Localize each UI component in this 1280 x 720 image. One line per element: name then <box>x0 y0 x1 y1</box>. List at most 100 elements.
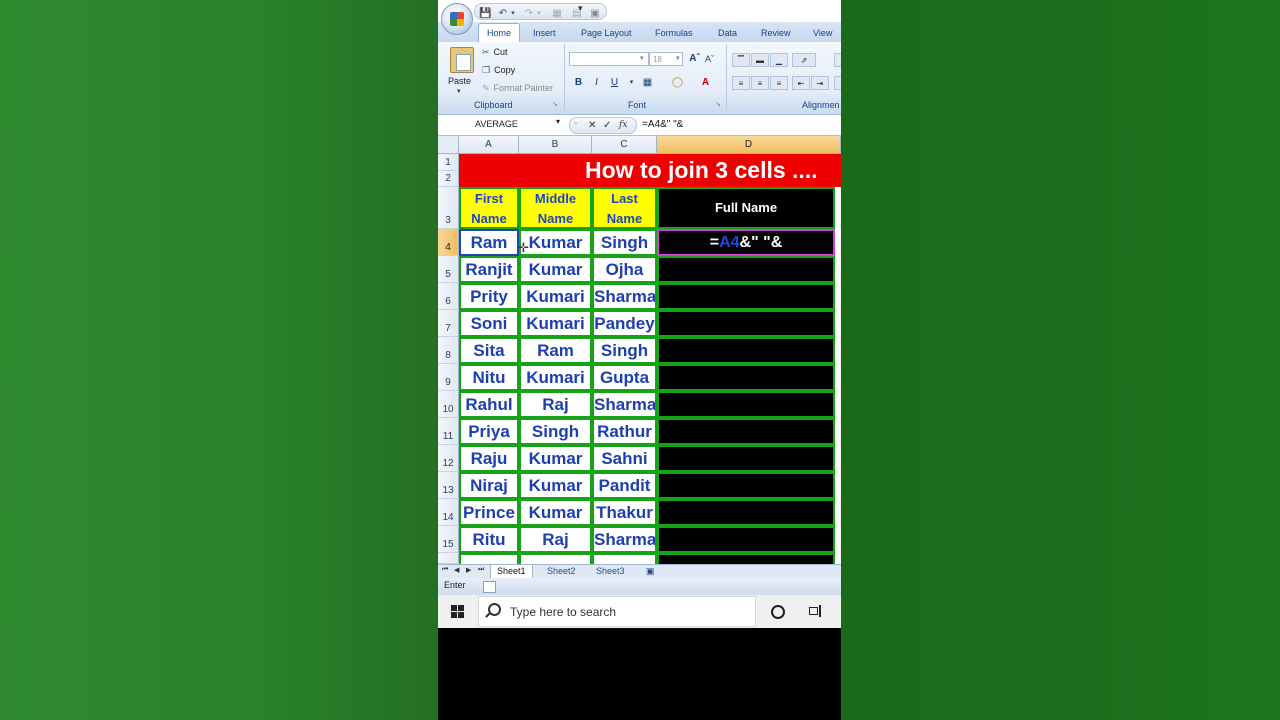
cell-middle-name[interactable]: Kumar <box>519 229 592 256</box>
cell-last-name[interactable]: Rathur <box>592 418 657 445</box>
align-right-icon[interactable]: ≡ <box>770 76 788 90</box>
tab-data[interactable]: Data <box>718 24 737 42</box>
save-icon[interactable]: 💾 <box>479 8 491 20</box>
task-view-icon[interactable] <box>809 605 821 617</box>
first-sheet-icon[interactable]: ⏮ <box>442 566 448 574</box>
cell-full-name[interactable] <box>657 445 835 472</box>
row-header-8[interactable]: 8 <box>438 337 459 364</box>
orientation-icon[interactable]: ⇗ <box>792 53 816 67</box>
cell-last-name[interactable]: Sharma <box>592 391 657 418</box>
header-middle-name[interactable]: Middle Name <box>519 187 592 229</box>
format-painter-button[interactable]: ✎ Format Painter <box>482 83 553 94</box>
worksheet-grid[interactable]: A B C D 1 2 3 4 5 6 7 8 9 10 11 12 13 14… <box>438 136 841 564</box>
font-name-dropdown-icon[interactable]: ▾ <box>640 54 644 62</box>
cell-middle-name[interactable]: Kumari <box>519 364 592 391</box>
prev-sheet-icon[interactable]: ◀ <box>454 566 459 574</box>
cell-d4-editing[interactable]: =A4&" "& <box>657 229 835 256</box>
sheet-tab-3[interactable]: Sheet3 <box>590 565 631 578</box>
row-header-3[interactable]: 3 <box>438 187 459 229</box>
cell-last-name[interactable]: Pandey <box>592 310 657 337</box>
align-left-icon[interactable]: ≡ <box>732 76 750 90</box>
cell-middle-name[interactable]: Singh <box>519 418 592 445</box>
cell-full-name[interactable] <box>657 418 835 445</box>
insert-sheet-icon[interactable]: ▣ <box>640 565 661 578</box>
cell-first-name[interactable]: Raju <box>459 445 519 472</box>
cell-last-name[interactable]: Singh <box>592 229 657 256</box>
font-launcher-icon[interactable]: ↘ <box>715 100 721 108</box>
cell-first-name[interactable]: Prince <box>459 499 519 526</box>
cell-middle-name[interactable]: Raj <box>519 526 592 553</box>
align-center-icon[interactable]: ≡ <box>751 76 769 90</box>
windows-start-icon[interactable] <box>451 605 464 618</box>
clipboard-launcher-icon[interactable]: ↘ <box>552 100 558 108</box>
cell-empty[interactable] <box>459 553 519 564</box>
cell-middle-name[interactable]: Kumari <box>519 283 592 310</box>
sheet-tab-2[interactable]: Sheet2 <box>541 565 582 578</box>
macro-record-icon[interactable] <box>483 581 496 593</box>
cell-first-name[interactable]: Niraj <box>459 472 519 499</box>
row-header-5[interactable]: 5 <box>438 256 459 283</box>
column-header-c[interactable]: C <box>592 136 657 154</box>
align-bottom-icon[interactable]: ▁ <box>770 53 788 67</box>
select-all-button[interactable] <box>438 136 459 154</box>
row-header-1[interactable]: 1 <box>438 154 459 171</box>
cell-last-name[interactable]: Thakur <box>592 499 657 526</box>
font-color-icon[interactable]: A <box>698 76 713 90</box>
cell-middle-name[interactable]: Kumar <box>519 472 592 499</box>
last-sheet-icon[interactable]: ⏭ <box>478 566 484 574</box>
cell-first-name[interactable]: Ritu <box>459 526 519 553</box>
row-header-14[interactable]: 14 <box>438 499 459 526</box>
cell-first-name[interactable]: Ranjit <box>459 256 519 283</box>
grow-font-icon[interactable]: Aˆ <box>687 52 702 66</box>
cell-first-name[interactable]: Nitu <box>459 364 519 391</box>
row-header-12[interactable]: 12 <box>438 445 459 472</box>
shrink-font-icon[interactable]: Aˇ <box>702 52 717 66</box>
tab-formulas[interactable]: Formulas <box>655 24 693 42</box>
cell-middle-name[interactable]: Kumar <box>519 445 592 472</box>
title-banner[interactable]: How to join 3 cells .... <box>459 154 841 187</box>
cell-full-name[interactable] <box>657 364 835 391</box>
font-size-dropdown-icon[interactable]: ▾ <box>676 54 680 62</box>
cell-last-name[interactable]: Sharma <box>592 283 657 310</box>
cell-first-name[interactable]: Prity <box>459 283 519 310</box>
customize-toolbar-icon[interactable]: ▾ <box>578 3 583 14</box>
cell-full-name[interactable] <box>657 553 835 564</box>
tab-review[interactable]: Review <box>761 24 791 42</box>
cell-empty[interactable] <box>592 553 657 564</box>
cell-middle-name[interactable]: Kumar <box>519 256 592 283</box>
row-header-2[interactable]: 2 <box>438 171 459 187</box>
cell-last-name[interactable]: Gupta <box>592 364 657 391</box>
row-header-6[interactable]: 6 <box>438 283 459 310</box>
taskbar-search-input[interactable]: Type here to search <box>478 596 756 627</box>
enter-icon[interactable]: ✓ <box>603 118 611 133</box>
cell-first-name[interactable]: Soni <box>459 310 519 337</box>
cell-full-name[interactable] <box>657 499 835 526</box>
name-box[interactable]: AVERAGE <box>440 117 566 132</box>
next-sheet-icon[interactable]: ▶ <box>466 566 471 574</box>
underline-dropdown-icon[interactable]: ▾ <box>624 76 639 90</box>
cell-full-name[interactable] <box>657 526 835 553</box>
cell-middle-name[interactable]: Kumari <box>519 310 592 337</box>
tab-insert[interactable]: Insert <box>533 24 556 42</box>
row-header-9[interactable]: 9 <box>438 364 459 391</box>
sheet-tab-1[interactable]: Sheet1 <box>490 565 533 579</box>
cell-last-name[interactable]: Sahni <box>592 445 657 472</box>
resize-handle-icon[interactable]: ° <box>574 118 577 133</box>
wrap-text-icon[interactable] <box>834 53 841 67</box>
row-header-10[interactable]: 10 <box>438 391 459 418</box>
formula-input[interactable]: =A4&" "& <box>642 117 683 132</box>
column-header-a[interactable]: A <box>459 136 519 154</box>
italic-icon[interactable]: I <box>589 76 604 90</box>
cell-empty[interactable] <box>519 553 592 564</box>
row-header-7[interactable]: 7 <box>438 310 459 337</box>
cancel-icon[interactable]: ✕ <box>588 118 596 133</box>
cell-last-name[interactable]: Sharma <box>592 526 657 553</box>
name-box-dropdown-icon[interactable]: ▾ <box>556 117 560 126</box>
cell-last-name[interactable]: Ojha <box>592 256 657 283</box>
print-preview-icon[interactable]: ▣ <box>589 8 601 20</box>
cell-last-name[interactable]: Singh <box>592 337 657 364</box>
header-first-name[interactable]: First Name <box>459 187 519 229</box>
row-header-13[interactable]: 13 <box>438 472 459 499</box>
tab-view[interactable]: View <box>813 24 832 42</box>
column-header-b[interactable]: B <box>519 136 592 154</box>
